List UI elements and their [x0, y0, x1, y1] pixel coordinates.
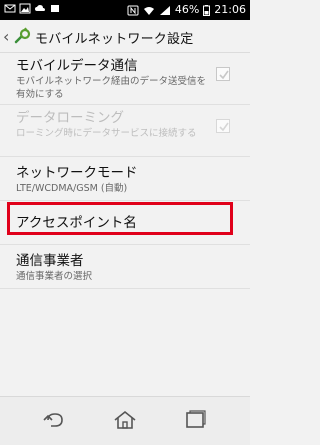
home-icon[interactable] [112, 409, 138, 431]
setting-data-roaming[interactable]: データローミング ローミング時にデータサービスに接続する [0, 105, 250, 157]
setting-title: データローミング [16, 110, 124, 126]
image-icon [19, 3, 31, 14]
navigation-bar [0, 396, 250, 445]
setting-title: ネットワークモード [16, 165, 138, 181]
setting-network-mode[interactable]: ネットワークモード LTE/WCDMA/GSM (自動) [0, 157, 250, 201]
battery-icon [203, 4, 211, 16]
recent-apps-icon[interactable] [182, 409, 208, 431]
cloud-icon [34, 3, 46, 14]
nfc-icon [127, 5, 139, 16]
mobile-data-checkbox[interactable] [216, 67, 230, 81]
email-icon [4, 3, 16, 14]
signal-icon [159, 5, 171, 16]
clock: 21:06 [214, 3, 246, 16]
setting-subtitle: 通信事業者の選択 [16, 271, 93, 282]
status-bar: 46% 21:06 [0, 0, 250, 20]
setting-subtitle: ローミング時にデータサービスに接続する [16, 128, 197, 139]
notification-icon [49, 3, 61, 14]
settings-list: モバイルデータ通信 モバイルネットワーク経由のデータ送受信を有効にする データロ… [0, 53, 250, 289]
status-left [4, 3, 61, 14]
wifi-icon [143, 5, 155, 16]
battery-percentage: 46% [174, 3, 200, 16]
setting-subtitle: LTE/WCDMA/GSM (自動) [16, 183, 128, 194]
setting-title: 通信事業者 [16, 253, 84, 269]
setting-mobile-data[interactable]: モバイルデータ通信 モバイルネットワーク経由のデータ送受信を有効にする [0, 53, 250, 105]
settings-app-icon[interactable] [14, 27, 32, 45]
setting-subtitle: モバイルネットワーク経由のデータ送受信を有効にする [16, 76, 207, 100]
highlight-box [7, 202, 233, 235]
action-bar: ‹ モバイルネットワーク設定 [0, 20, 250, 53]
up-chevron-icon[interactable]: ‹ [3, 27, 9, 46]
status-right: 46% 21:06 [127, 3, 246, 17]
setting-title: モバイルデータ通信 [16, 58, 138, 74]
data-roaming-checkbox[interactable] [216, 119, 230, 133]
page-title: モバイルネットワーク設定 [35, 32, 194, 47]
setting-carrier[interactable]: 通信事業者 通信事業者の選択 [0, 245, 250, 289]
back-icon[interactable] [42, 409, 68, 431]
